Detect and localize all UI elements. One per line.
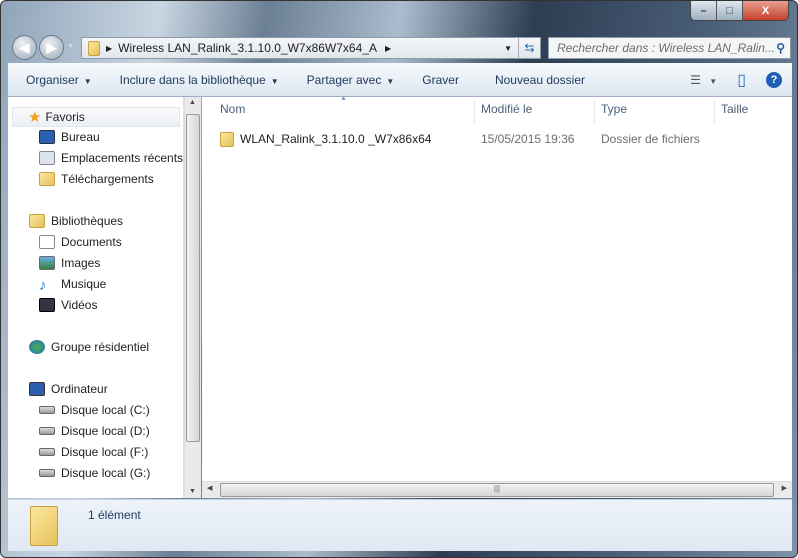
documents-icon — [39, 235, 55, 249]
search-placeholder: Rechercher dans : Wireless LAN_Ralin... — [557, 41, 775, 55]
explorer-window: – □ X ◀ ▶ ▼ ▶ Wireless LAN_Ralink_3.1.10… — [0, 0, 798, 558]
column-header-modified[interactable]: Modifié le — [475, 101, 595, 123]
search-icon[interactable]: ⚲ — [776, 41, 785, 55]
burn-button[interactable]: Graver — [404, 73, 469, 87]
nav-videos[interactable]: Vidéos — [39, 295, 97, 315]
nav-homegroup[interactable]: Groupe résidentiel — [29, 337, 149, 357]
nav-recent-places[interactable]: Emplacements récents — [39, 148, 183, 168]
address-dropdown-icon[interactable]: ▼ — [498, 44, 518, 53]
breadcrumb-arrow-icon[interactable]: ▶ — [106, 44, 112, 53]
minimize-button[interactable]: – — [691, 1, 717, 20]
nav-images[interactable]: Images — [39, 253, 100, 273]
drive-icon — [39, 448, 55, 456]
nav-disk-g[interactable]: Disque local (G:) — [39, 463, 150, 483]
close-button[interactable]: X — [743, 1, 788, 20]
scroll-right-icon[interactable]: ▶ — [782, 484, 787, 492]
drive-icon — [39, 427, 55, 435]
horizontal-scrollbar[interactable]: ◀ ||| ▶ — [202, 481, 792, 498]
file-modified: 15/05/2015 19:36 — [481, 132, 575, 146]
view-options-icon[interactable]: ☰ ▼ — [680, 73, 727, 87]
nav-music[interactable]: ♪ Musique — [39, 274, 106, 294]
breadcrumb-current[interactable]: Wireless LAN_Ralink_3.1.10.0_W7x86W7x64_… — [118, 41, 377, 55]
images-icon — [39, 256, 55, 270]
back-button[interactable]: ◀ — [12, 35, 37, 60]
nav-libraries[interactable]: Bibliothèques — [29, 211, 123, 231]
file-list: ▲ Nom Modifié le Type Taille WLAN_Ralink… — [202, 95, 792, 481]
scroll-left-icon[interactable]: ◀ — [207, 484, 212, 492]
computer-icon — [29, 382, 45, 396]
help-button[interactable]: ? — [756, 71, 792, 88]
nav-scroll-thumb[interactable] — [186, 114, 200, 442]
search-input[interactable]: Rechercher dans : Wireless LAN_Ralin... … — [548, 37, 791, 59]
file-name: WLAN_Ralink_3.1.10.0 _W7x86x64 — [240, 132, 432, 146]
file-type: Dossier de fichiers — [601, 132, 700, 146]
navigation-pane: ★ Favoris Bureau Emplacements récents Tél… — [8, 97, 184, 498]
nav-downloads[interactable]: Téléchargements — [39, 169, 154, 189]
recent-places-icon — [39, 151, 55, 165]
folder-large-icon — [30, 506, 58, 546]
address-bar[interactable]: ▶ Wireless LAN_Ralink_3.1.10.0_W7x86W7x6… — [81, 37, 541, 59]
new-folder-button[interactable]: Nouveau dossier — [469, 73, 595, 87]
nav-computer[interactable]: Ordinateur — [29, 379, 108, 399]
desktop-icon — [39, 130, 55, 144]
maximize-button[interactable]: □ — [717, 1, 743, 20]
downloads-icon — [39, 172, 55, 186]
nav-disk-f[interactable]: Disque local (F:) — [39, 442, 148, 462]
horizontal-scroll-thumb[interactable]: ||| — [220, 483, 774, 497]
libraries-icon — [29, 214, 45, 228]
column-header-type[interactable]: Type — [595, 101, 715, 123]
forward-button[interactable]: ▶ — [39, 35, 64, 60]
column-header-name[interactable]: Nom — [214, 101, 475, 123]
homegroup-icon — [29, 340, 45, 354]
command-bar: Organiser ▼ Inclure dans la bibliothèque ▼… — [8, 63, 792, 97]
folder-icon — [88, 40, 100, 56]
nav-vertical-scrollbar[interactable]: ▲ ▼ — [184, 97, 201, 498]
recent-pages-dropdown[interactable]: ▼ — [67, 43, 74, 50]
column-header-size[interactable]: Taille — [715, 101, 792, 123]
include-library-button[interactable]: Inclure dans la bibliothèque ▼ — [102, 73, 289, 87]
item-count: 1 élément — [88, 508, 141, 522]
drive-icon — [39, 406, 55, 414]
share-button[interactable]: Partager avec ▼ — [289, 73, 405, 87]
star-icon: ★ — [28, 109, 42, 126]
caption-buttons: – □ X — [690, 1, 789, 21]
refresh-icon[interactable]: ⇆ — [518, 38, 540, 58]
nav-documents[interactable]: Documents — [39, 232, 122, 252]
details-pane: 1 élément — [8, 499, 792, 551]
preview-pane-icon[interactable]: ▯ — [727, 70, 756, 90]
nav-disk-d[interactable]: Disque local (D:) — [39, 421, 150, 441]
breadcrumb-arrow-icon[interactable]: ▶ — [385, 44, 391, 53]
folder-icon — [220, 131, 234, 147]
nav-desktop[interactable]: Bureau — [39, 127, 100, 147]
drive-icon — [39, 469, 55, 477]
videos-icon — [39, 298, 55, 312]
help-icon: ? — [766, 71, 782, 88]
music-icon: ♪ — [39, 277, 47, 294]
scroll-down-icon[interactable]: ▼ — [189, 488, 196, 495]
scroll-up-icon[interactable]: ▲ — [189, 99, 196, 106]
nav-disk-c[interactable]: Disque local (C:) — [39, 400, 150, 420]
nav-favorites[interactable]: ★ Favoris — [12, 107, 180, 127]
organize-button[interactable]: Organiser ▼ — [8, 73, 102, 87]
file-row[interactable]: WLAN_Ralink_3.1.10.0 _W7x86x64 15/05/201… — [220, 130, 780, 148]
